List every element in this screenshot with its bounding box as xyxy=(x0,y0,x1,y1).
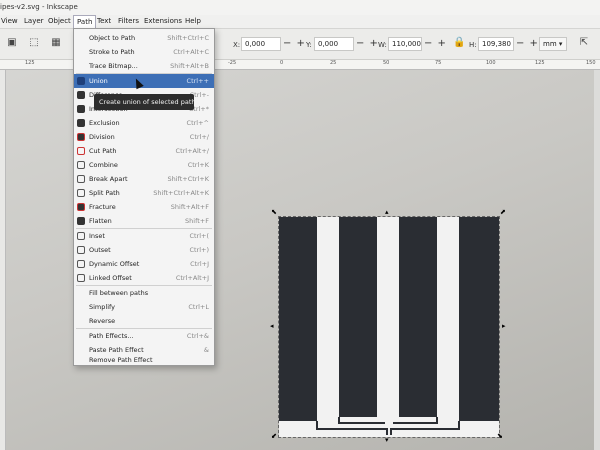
menu-text[interactable]: Text xyxy=(97,17,111,25)
intersection-icon xyxy=(77,105,85,113)
menu-item-flatten[interactable]: Flatten Shift+F xyxy=(74,214,214,228)
menu-filters[interactable]: Filters xyxy=(118,17,139,25)
resize-handle-ne[interactable]: ⬈ xyxy=(500,208,506,216)
menu-item-remove-path-effect[interactable]: Remove Path Effect xyxy=(74,353,214,365)
selected-stripes-drawing[interactable] xyxy=(278,216,500,438)
division-icon xyxy=(77,133,85,141)
menu-item-fracture[interactable]: Fracture Shift+Alt+F xyxy=(74,200,214,214)
ruler-tick: 100 xyxy=(486,60,496,66)
menu-item-reverse[interactable]: Reverse xyxy=(74,314,214,328)
menu-item-fill-between-paths[interactable]: Fill between paths xyxy=(74,286,214,300)
menu-extensions[interactable]: Extensions xyxy=(144,17,182,25)
menu-bar: View Layer Object Path Text Filters Exte… xyxy=(0,15,600,29)
menu-item-break-apart[interactable]: Break Apart Shift+Ctrl+K xyxy=(74,172,214,186)
menu-item-cut-path[interactable]: Cut Path Ctrl+Alt+/ xyxy=(74,144,214,158)
stripe-dark-3 xyxy=(399,217,437,417)
deselect-icon[interactable]: ▦ xyxy=(50,37,62,49)
split-path-icon xyxy=(77,189,85,197)
inset-icon xyxy=(77,232,85,240)
h-label: H: xyxy=(469,41,477,49)
resize-handle-se[interactable]: ⬊ xyxy=(497,432,503,440)
x-stepper[interactable]: − + xyxy=(283,38,306,49)
menu-item-inset[interactable]: Inset Ctrl+( xyxy=(74,229,214,243)
menu-object[interactable]: Object xyxy=(48,17,71,25)
ruler-tick: 75 xyxy=(435,60,442,66)
vertical-ruler xyxy=(0,70,6,450)
vertical-scrollbar[interactable] xyxy=(594,70,600,450)
w-input[interactable]: 110,000 xyxy=(388,37,422,51)
menu-item-combine[interactable]: Combine Ctrl+K xyxy=(74,158,214,172)
union-icon xyxy=(77,77,85,85)
menu-item-union[interactable]: Union Ctrl++ xyxy=(74,74,214,88)
y-input[interactable]: 0,000 xyxy=(314,37,354,51)
menu-item-simplify[interactable]: Simplify Ctrl+L xyxy=(74,300,214,314)
break-apart-icon xyxy=(77,175,85,183)
stripe-dark-1 xyxy=(279,217,317,421)
stripes-graphic xyxy=(279,217,499,437)
ruler-tick: 50 xyxy=(383,60,390,66)
unit-value: mm xyxy=(543,40,557,48)
path-menu-dropdown: Object to Path Shift+Ctrl+C Stroke to Pa… xyxy=(73,28,215,366)
stripe-dark-4 xyxy=(459,217,499,421)
ruler-tick: 0 xyxy=(280,60,284,66)
cut-path-icon xyxy=(77,147,85,155)
ruler-tick: 125 xyxy=(535,60,545,66)
menu-item-division[interactable]: Division Ctrl+/ xyxy=(74,130,214,144)
combine-icon xyxy=(77,161,85,169)
menu-item-trace-bitmap[interactable]: Trace Bitmap... Shift+Alt+B xyxy=(74,59,214,73)
menu-path[interactable]: Path xyxy=(73,15,97,29)
ruler-tick: 25 xyxy=(330,60,337,66)
title-bar: ipes-v2.svg - Inkscape xyxy=(0,0,600,15)
stripe-dark-2 xyxy=(339,217,377,417)
resize-handle-sw[interactable]: ⬋ xyxy=(271,432,277,440)
lock-icon[interactable]: 🔒 xyxy=(453,37,465,49)
w-label: W: xyxy=(378,41,387,49)
resize-handle-nw[interactable]: ⬉ xyxy=(271,208,277,216)
x-input[interactable]: 0,000 xyxy=(241,37,281,51)
outset-icon xyxy=(77,246,85,254)
y-label: Y: xyxy=(306,41,312,49)
menu-item-dynamic-offset[interactable]: Dynamic Offset Ctrl+J xyxy=(74,257,214,271)
resize-handle-e[interactable]: ▸ xyxy=(502,322,506,330)
menu-item-linked-offset[interactable]: Linked Offset Ctrl+Alt+J xyxy=(74,271,214,285)
menu-view[interactable]: View xyxy=(1,17,18,25)
menu-layer[interactable]: Layer xyxy=(24,17,44,25)
fracture-icon xyxy=(77,203,85,211)
resize-handle-w[interactable]: ◂ xyxy=(270,322,274,330)
resize-handle-s[interactable]: ▾ xyxy=(385,436,389,444)
menu-help[interactable]: Help xyxy=(185,17,201,25)
menu-item-object-to-path[interactable]: Object to Path Shift+Ctrl+C xyxy=(74,31,214,45)
h-stepper[interactable]: − + xyxy=(516,38,539,49)
select-in-all-layers-icon[interactable]: ⬚ xyxy=(28,37,40,49)
exclusion-icon xyxy=(77,119,85,127)
transform-options-icon[interactable]: ⇱ xyxy=(578,37,590,49)
unit-select[interactable]: mm ▾ xyxy=(539,37,567,51)
difference-icon xyxy=(77,91,85,99)
w-stepper[interactable]: − + xyxy=(424,38,447,49)
inkscape-screen: ipes-v2.svg - Inkscape View Layer Object… xyxy=(0,0,600,450)
dynamic-offset-icon xyxy=(77,260,85,268)
window-title: ipes-v2.svg - Inkscape xyxy=(0,3,78,11)
menu-item-exclusion[interactable]: Exclusion Ctrl+^ xyxy=(74,116,214,130)
resize-handle-n[interactable]: ▴ xyxy=(385,208,389,216)
select-all-icon[interactable]: ▣ xyxy=(6,37,18,49)
union-tooltip: Create union of selected paths xyxy=(94,94,199,110)
menu-item-outset[interactable]: Outset Ctrl+) xyxy=(74,243,214,257)
ruler-tick: 125 xyxy=(25,60,35,66)
ruler-tick: 150 xyxy=(586,60,596,66)
x-label: X: xyxy=(233,41,241,49)
h-input[interactable]: 109,380 xyxy=(478,37,514,51)
flatten-icon xyxy=(77,217,85,225)
menu-item-stroke-to-path[interactable]: Stroke to Path Ctrl+Alt+C xyxy=(74,45,214,59)
linked-offset-icon xyxy=(77,274,85,282)
ruler-tick: -25 xyxy=(228,60,237,66)
menu-item-path-effects[interactable]: Path Effects... Ctrl+& xyxy=(74,329,214,343)
y-stepper[interactable]: − + xyxy=(356,38,379,49)
menu-item-split-path[interactable]: Split Path Shift+Ctrl+Alt+K xyxy=(74,186,214,200)
